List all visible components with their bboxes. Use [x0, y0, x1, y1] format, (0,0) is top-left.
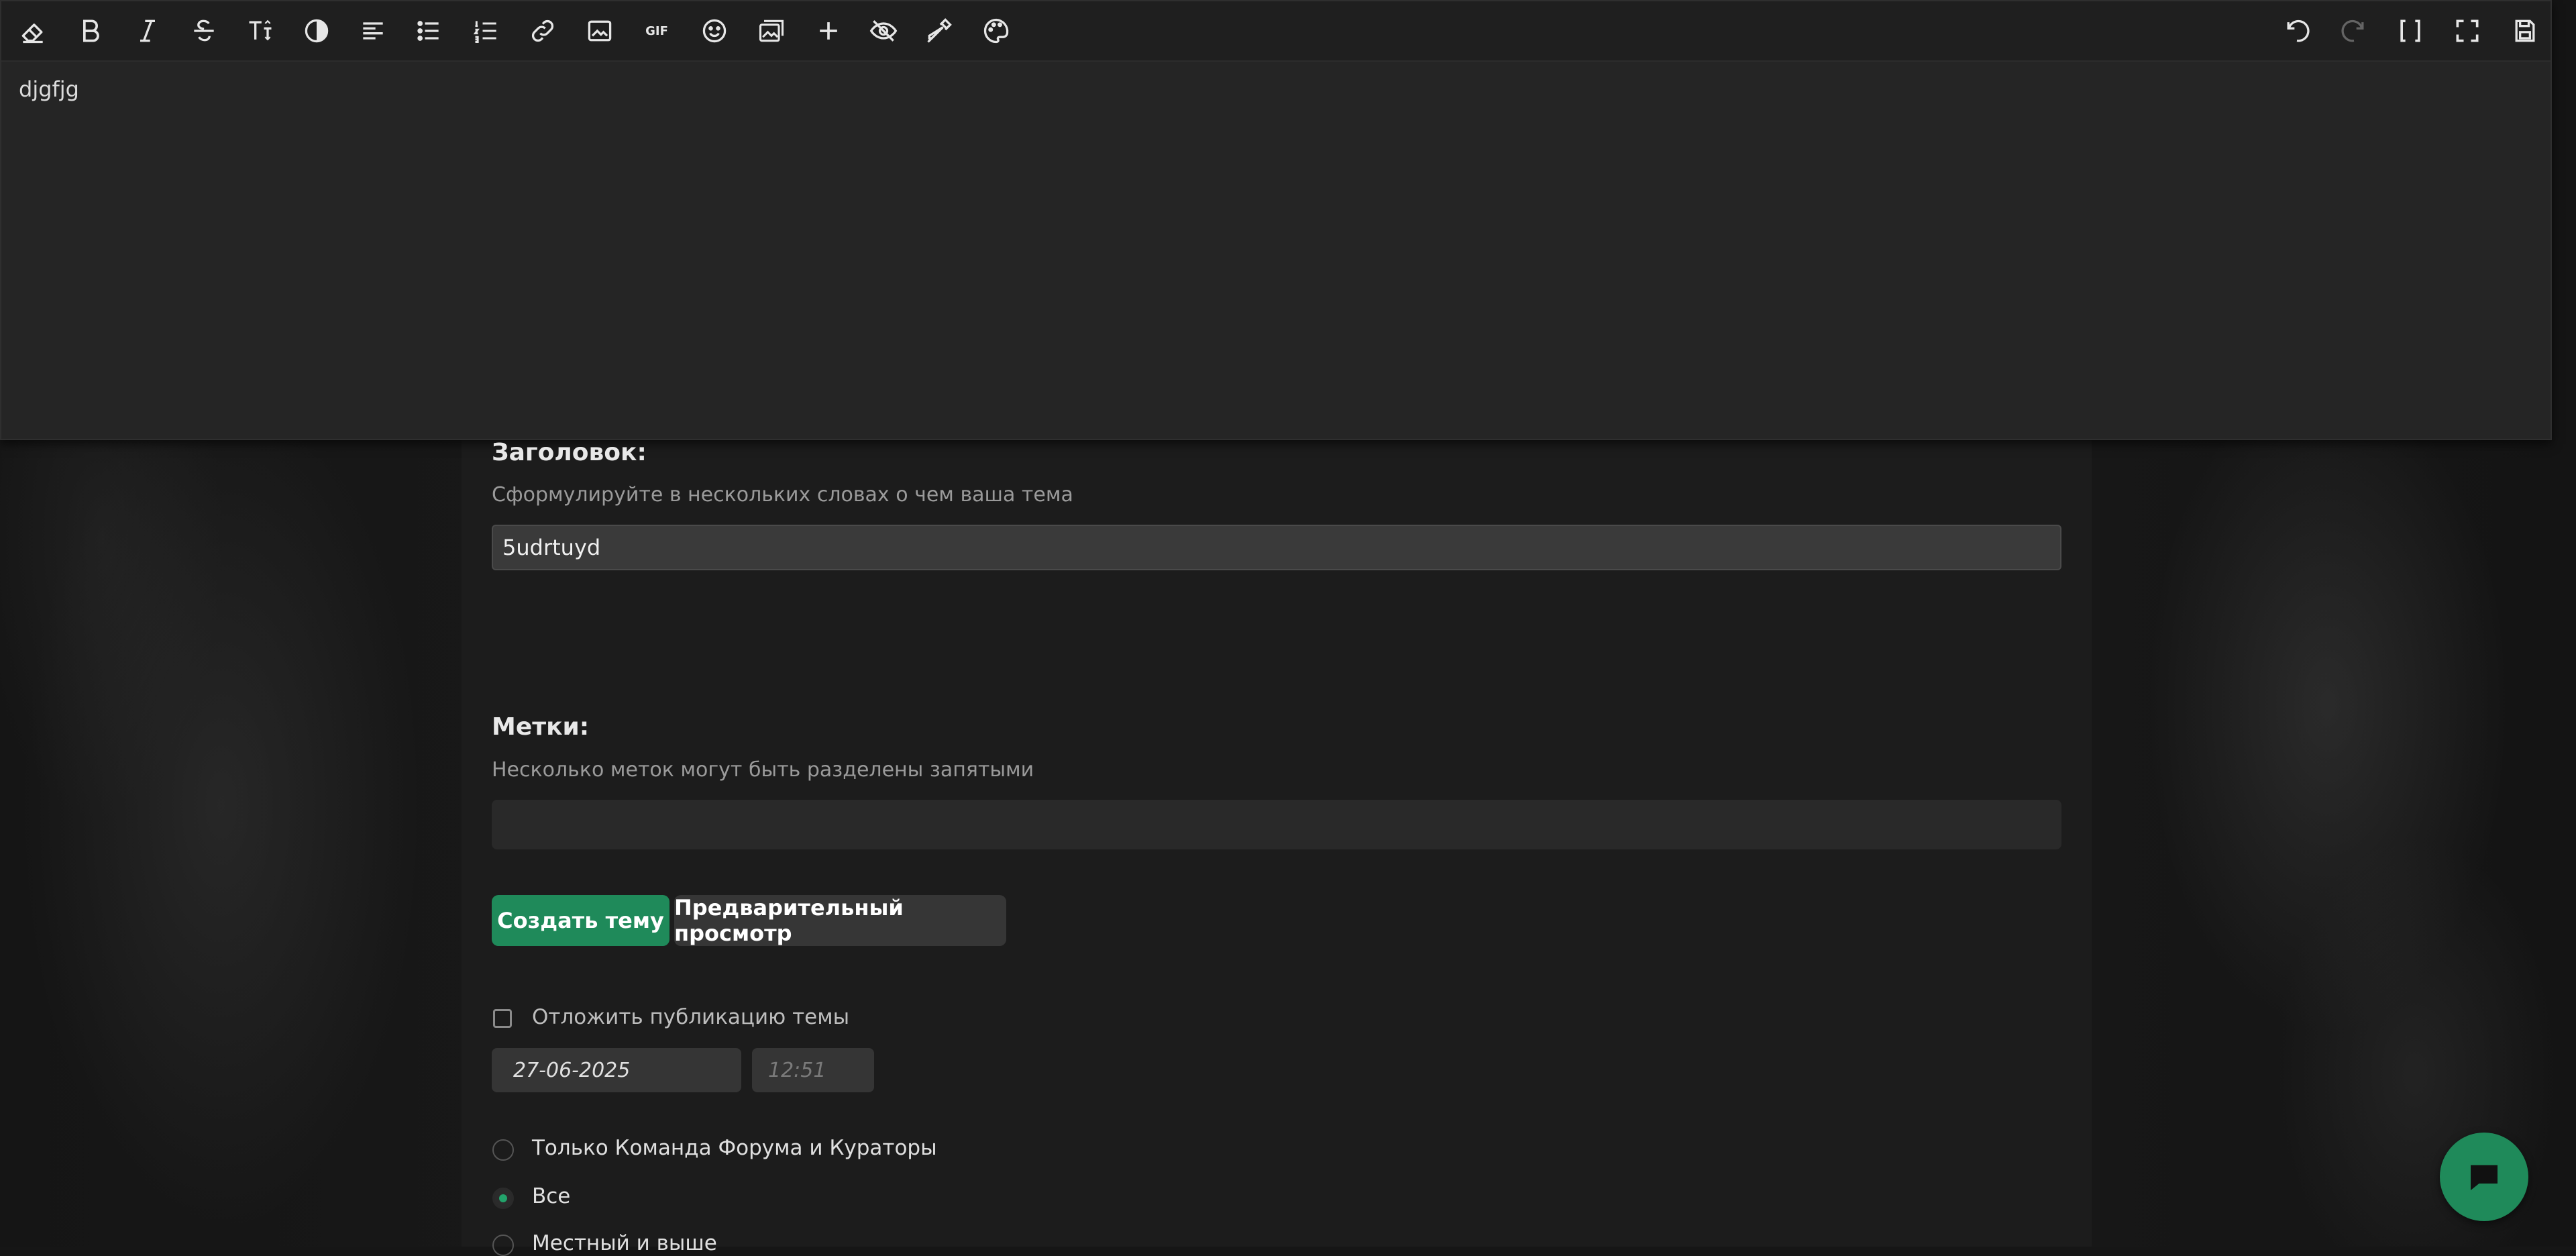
title-label: Заголовок:	[492, 439, 647, 466]
chat-button[interactable]	[2440, 1133, 2528, 1221]
schedule-label: Отложить публикацию темы	[532, 1005, 850, 1029]
eraser-icon[interactable]	[14, 12, 52, 50]
radio-local-and-above[interactable]	[492, 1235, 514, 1256]
title-input[interactable]	[492, 525, 2061, 570]
rich-text-editor: GIF djgfjg	[0, 0, 2552, 440]
emoji-icon[interactable]	[696, 12, 733, 50]
title-hint: Сформулируйте в нескольких словах о чем …	[492, 483, 1073, 507]
time-input[interactable]: 12:51	[752, 1048, 874, 1092]
radio-everyone[interactable]	[492, 1188, 514, 1209]
tags-input[interactable]	[492, 800, 2061, 849]
radio-staff-only[interactable]	[492, 1139, 514, 1161]
fullscreen-icon[interactable]	[2449, 12, 2486, 50]
italic-icon[interactable]	[129, 12, 166, 50]
radio-label-everyone: Все	[532, 1184, 571, 1208]
schedule-checkbox[interactable]	[493, 1009, 512, 1028]
media-gallery-icon[interactable]	[753, 12, 790, 50]
bold-icon[interactable]	[72, 12, 109, 50]
align-left-icon[interactable]	[354, 12, 392, 50]
eyedropper-icon[interactable]	[920, 12, 958, 50]
plus-icon[interactable]	[810, 12, 847, 50]
link-icon[interactable]	[524, 12, 561, 50]
save-icon[interactable]	[2506, 12, 2544, 50]
redo-icon[interactable]	[2335, 12, 2373, 50]
numbered-list-icon[interactable]	[468, 12, 505, 50]
hide-icon[interactable]	[865, 12, 902, 50]
image-icon[interactable]	[581, 12, 619, 50]
bracket-mode-icon[interactable]	[2392, 12, 2429, 50]
create-topic-button[interactable]: Создать тему	[492, 895, 669, 946]
radio-label-staff-only: Только Команда Форума и Кураторы	[532, 1136, 937, 1160]
text-size-icon[interactable]	[241, 12, 279, 50]
editor-toolbar: GIF	[1, 1, 2551, 62]
editor-content[interactable]: djgfjg	[19, 76, 79, 102]
tags-label: Метки:	[492, 713, 590, 741]
strikethrough-icon[interactable]	[185, 12, 223, 50]
undo-icon[interactable]	[2278, 12, 2316, 50]
preview-button[interactable]: Предварительный просмотр	[674, 895, 1006, 946]
bullet-list-icon[interactable]	[410, 12, 447, 50]
gif-label: GIF	[645, 23, 668, 38]
chat-icon	[2471, 1165, 2498, 1190]
palette-icon[interactable]	[977, 12, 1015, 50]
radio-label-local-and-above: Местный и выше	[532, 1231, 717, 1255]
tags-hint: Несколько меток могут быть разделены зап…	[492, 758, 1034, 782]
gif-icon[interactable]: GIF	[638, 12, 676, 50]
date-input[interactable]: 27-06-2025	[492, 1048, 741, 1092]
color-contrast-icon[interactable]	[298, 12, 335, 50]
